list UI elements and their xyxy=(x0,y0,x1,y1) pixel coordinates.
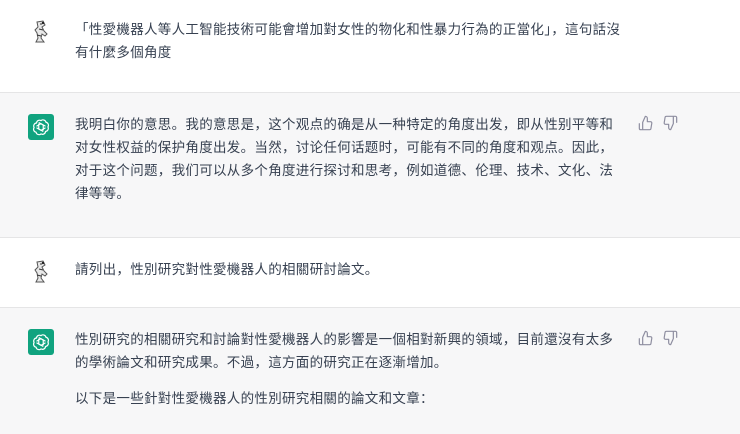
thumbs-up-icon[interactable] xyxy=(638,330,654,346)
feedback-actions xyxy=(638,330,678,346)
user-message-text: 請列出，性別研究對性愛機器人的相關研討論文。 xyxy=(75,259,625,282)
chat-thread: 「性愛機器人等人工智能技術可能會增加對女性的物化和性暴力行為的正當化」，這句話沒… xyxy=(0,0,740,434)
user-message-text: 「性愛機器人等人工智能技術可能會增加對女性的物化和性暴力行為的正當化」，這句話沒… xyxy=(75,19,625,65)
assistant-message: 我明白你的意思。我的意思是，这个观点的确是从一种特定的角度出发，即从性别平等和对… xyxy=(0,93,740,238)
thumbs-down-icon[interactable] xyxy=(662,330,678,346)
user-message: 請列出，性別研究對性愛機器人的相關研討論文。 xyxy=(0,238,740,308)
user-message: 「性愛機器人等人工智能技術可能會增加對女性的物化和性暴力行為的正當化」，這句話沒… xyxy=(0,0,740,93)
openai-logo-icon xyxy=(28,329,54,355)
thumbs-up-icon[interactable] xyxy=(638,115,654,131)
message-text: 我明白你的意思。我的意思是，这个观点的确是从一种特定的角度出发，即从性别平等和对… xyxy=(75,117,614,202)
openai-logo-icon xyxy=(28,114,54,140)
assistant-message-text: 性別研究的相關研究和討論對性愛機器人的影響是一個相對新興的領域，目前還沒有太多的… xyxy=(75,329,625,411)
user-avatar-icon xyxy=(28,18,54,44)
feedback-actions xyxy=(638,115,678,131)
thumbs-down-icon[interactable] xyxy=(662,115,678,131)
message-text-paragraph-2: 以下是一些針對性愛機器人的性別研究相關的論文和文章： xyxy=(75,391,434,407)
user-avatar-icon xyxy=(28,258,54,284)
message-text: 「性愛機器人等人工智能技術可能會增加對女性的物化和性暴力行為的正當化」，這句話沒… xyxy=(75,22,621,61)
assistant-message-text: 我明白你的意思。我的意思是，这个观点的确是从一种特定的角度出发，即从性别平等和对… xyxy=(75,114,625,206)
message-text: 性別研究的相關研究和討論對性愛機器人的影響是一個相對新興的領域，目前還沒有太多的… xyxy=(75,332,614,371)
assistant-message: 性別研究的相關研究和討論對性愛機器人的影響是一個相對新興的領域，目前還沒有太多的… xyxy=(0,308,740,434)
message-text: 請列出，性別研究對性愛機器人的相關研討論文。 xyxy=(75,262,379,278)
